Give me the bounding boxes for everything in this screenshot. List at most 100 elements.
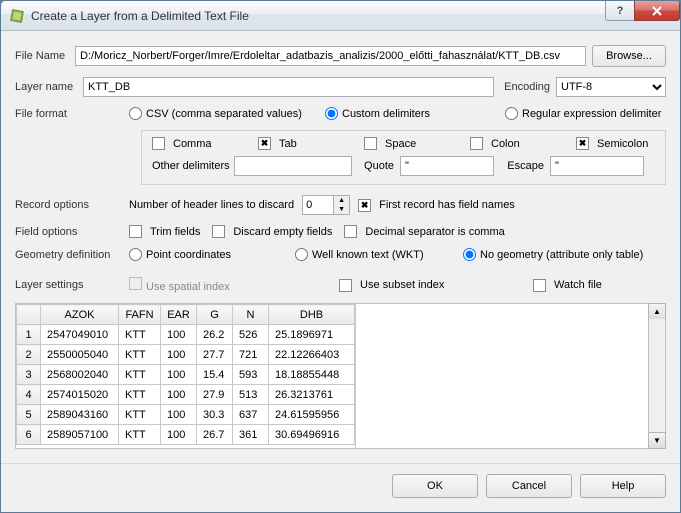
table-row[interactable]: 12547049010KTT10026.252625.1896971: [17, 325, 355, 345]
preview-table: AZOKFAFNEARGNDHB12547049010KTT10026.2526…: [15, 303, 666, 449]
radio-regex-label: Regular expression delimiter: [522, 108, 661, 120]
spinner-up-icon[interactable]: ▲: [334, 196, 349, 205]
radio-wkt[interactable]: Well known text (WKT): [295, 248, 463, 261]
other-delim-input[interactable]: [234, 156, 352, 176]
table-cell: 513: [233, 385, 269, 405]
help-window-button[interactable]: ?: [605, 1, 635, 21]
table-cell: KTT: [119, 385, 161, 405]
titlebar[interactable]: Create a Layer from a Delimited Text Fil…: [1, 1, 680, 31]
table-cell: 2547049010: [41, 325, 119, 345]
table-cell: KTT: [119, 365, 161, 385]
check-semicolon-label: Semicolon: [597, 138, 648, 150]
table-row[interactable]: 22550005040KTT10027.772122.12266403: [17, 345, 355, 365]
table-cell: 18.18855448: [269, 365, 355, 385]
table-cell: 593: [233, 365, 269, 385]
layer-name-label: Layer name: [15, 81, 83, 93]
table-cell: 361: [233, 425, 269, 445]
geometry-def-label: Geometry definition: [15, 249, 129, 261]
check-comma[interactable]: Comma: [152, 137, 258, 150]
radio-custom[interactable]: Custom delimiters: [325, 107, 505, 120]
radio-no-geometry[interactable]: No geometry (attribute only table): [463, 248, 643, 261]
col-header[interactable]: DHB: [269, 305, 355, 325]
table-cell: 27.9: [197, 385, 233, 405]
radio-csv[interactable]: CSV (comma separated values): [129, 107, 325, 120]
table-cell: 526: [233, 325, 269, 345]
check-spatial-label: Use spatial index: [146, 281, 230, 293]
table-cell: 26.7: [197, 425, 233, 445]
file-name-input[interactable]: [75, 46, 586, 66]
discard-lines-label: Number of header lines to discard: [129, 199, 294, 211]
ok-button[interactable]: OK: [392, 474, 478, 498]
escape-input[interactable]: [550, 156, 644, 176]
col-header[interactable]: FAFN: [119, 305, 161, 325]
table-cell: 2550005040: [41, 345, 119, 365]
check-watch-label: Watch file: [554, 279, 602, 291]
radio-wkt-label: Well known text (WKT): [312, 249, 424, 261]
layer-name-input[interactable]: [83, 77, 494, 97]
table-cell: KTT: [119, 345, 161, 365]
table-cell: 100: [161, 365, 197, 385]
check-space-label: Space: [385, 138, 416, 150]
col-header[interactable]: AZOK: [41, 305, 119, 325]
file-name-label: File Name: [15, 50, 75, 62]
table-cell: 100: [161, 325, 197, 345]
discard-lines-spinner[interactable]: ▲▼: [302, 195, 350, 215]
help-button[interactable]: Help: [580, 474, 666, 498]
spinner-down-icon[interactable]: ▼: [334, 205, 349, 214]
dialog-window: Create a Layer from a Delimited Text Fil…: [0, 0, 681, 513]
table-cell: 2574015020: [41, 385, 119, 405]
check-decimal-comma[interactable]: Decimal separator is comma: [344, 225, 504, 238]
layer-settings-label: Layer settings: [15, 279, 129, 291]
table-cell: 15.4: [197, 365, 233, 385]
quote-input[interactable]: [400, 156, 494, 176]
table-cell: 721: [233, 345, 269, 365]
col-header[interactable]: G: [197, 305, 233, 325]
scroll-down-icon[interactable]: ▼: [648, 432, 666, 449]
check-comma-label: Comma: [173, 138, 212, 150]
check-subset-index[interactable]: Use subset index: [339, 279, 533, 292]
check-trim-label: Trim fields: [150, 226, 200, 238]
check-space[interactable]: Space: [364, 137, 470, 150]
check-colon[interactable]: Colon: [470, 137, 576, 150]
browse-button[interactable]: Browse...: [592, 45, 666, 67]
table-cell: 24.61595956: [269, 405, 355, 425]
table-cell: 2589057100: [41, 425, 119, 445]
file-format-label: File format: [15, 108, 129, 120]
table-row[interactable]: 52589043160KTT10030.363724.61595956: [17, 405, 355, 425]
table-cell: 2589043160: [41, 405, 119, 425]
check-decimal-label: Decimal separator is comma: [365, 226, 504, 238]
encoding-label: Encoding: [504, 81, 550, 93]
scroll-up-icon[interactable]: ▲: [648, 303, 666, 320]
discard-lines-value[interactable]: [303, 196, 333, 214]
check-watch-file[interactable]: Watch file: [533, 279, 602, 292]
close-window-button[interactable]: [634, 1, 680, 21]
col-header[interactable]: N: [233, 305, 269, 325]
table-scrollbar[interactable]: ▲ ▼: [648, 304, 665, 448]
table-cell: 30.69496916: [269, 425, 355, 445]
encoding-select[interactable]: UTF-8: [556, 77, 666, 97]
table-cell: 100: [161, 425, 197, 445]
check-trim-fields[interactable]: Trim fields: [129, 225, 200, 238]
table-row[interactable]: 62589057100KTT10026.736130.69496916: [17, 425, 355, 445]
radio-regex[interactable]: Regular expression delimiter: [505, 107, 661, 120]
table-cell: 26.2: [197, 325, 233, 345]
field-options-label: Field options: [15, 226, 129, 238]
cancel-button[interactable]: Cancel: [486, 474, 572, 498]
table-cell: 2568002040: [41, 365, 119, 385]
radio-point-coords[interactable]: Point coordinates: [129, 248, 295, 261]
record-options-label: Record options: [15, 199, 129, 211]
table-cell: KTT: [119, 425, 161, 445]
table-cell: KTT: [119, 325, 161, 345]
table-cell: 26.3213761: [269, 385, 355, 405]
check-semicolon[interactable]: Semicolon: [576, 137, 648, 150]
table-cell: 22.12266403: [269, 345, 355, 365]
table-cell: 27.7: [197, 345, 233, 365]
check-discard-empty[interactable]: Discard empty fields: [212, 225, 332, 238]
window-title: Create a Layer from a Delimited Text Fil…: [31, 9, 606, 23]
table-row[interactable]: 42574015020KTT10027.951326.3213761: [17, 385, 355, 405]
check-first-record-names[interactable]: First record has field names: [358, 199, 515, 212]
table-row[interactable]: 32568002040KTT10015.459318.18855448: [17, 365, 355, 385]
check-tab[interactable]: Tab: [258, 137, 364, 150]
check-first-record-label: First record has field names: [379, 199, 515, 211]
col-header[interactable]: EAR: [161, 305, 197, 325]
